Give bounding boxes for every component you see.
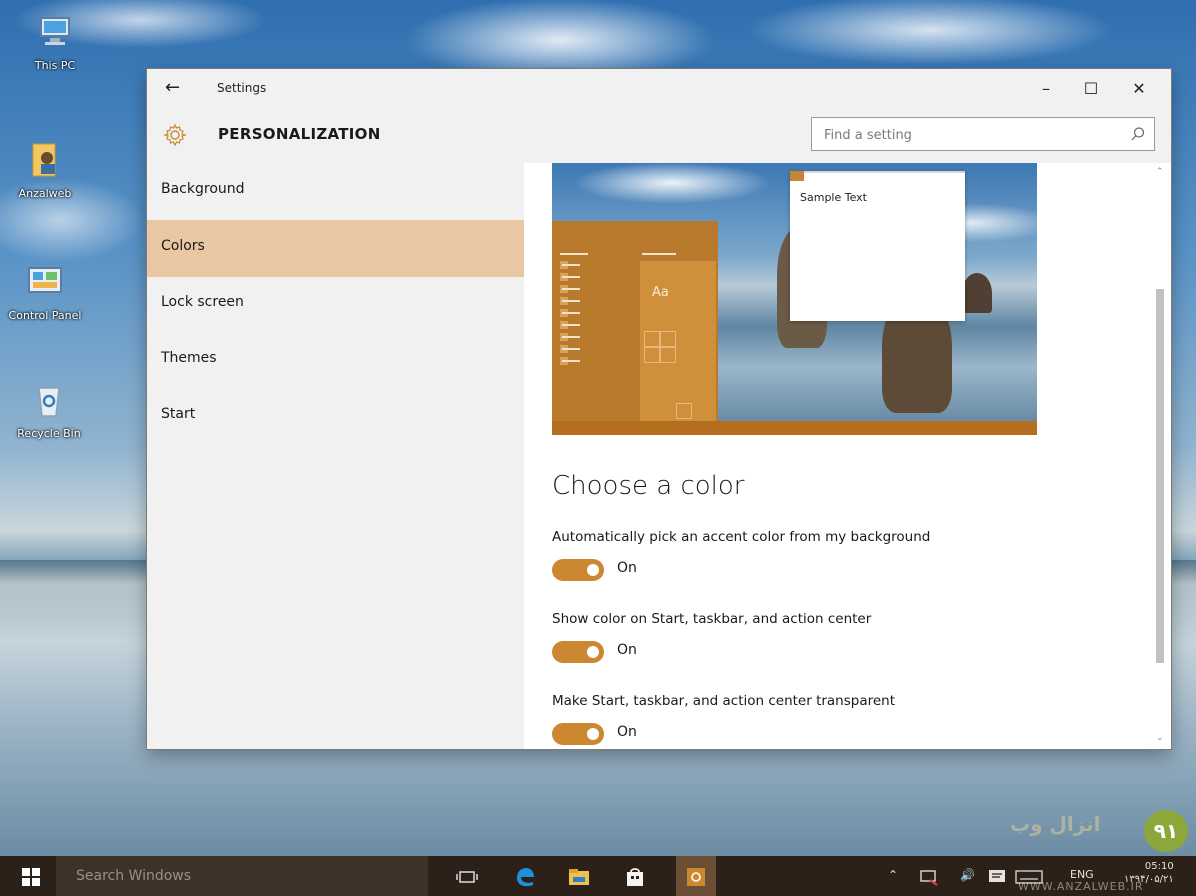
file-explorer-icon[interactable]	[566, 864, 592, 890]
toggle-state-label: On	[617, 560, 637, 576]
setting-label-transparent: Make Start, taskbar, and action center t…	[552, 693, 896, 709]
sidebar-item-background[interactable]: Background	[147, 163, 524, 220]
scroll-down-icon[interactable]: ⌄	[1156, 733, 1164, 743]
preview-taskbar	[552, 421, 1037, 435]
action-center-icon[interactable]	[986, 866, 1008, 888]
computer-icon	[40, 17, 70, 45]
search-box[interactable]	[811, 117, 1155, 151]
recycle-bin-icon	[38, 387, 60, 417]
toggle-knob	[587, 564, 599, 576]
scrollbar-thumb[interactable]	[1156, 289, 1164, 663]
desktop-icon-this-pc[interactable]: This PC	[10, 12, 100, 72]
settings-window: ← Settings – ☐ ✕ PERSONALIZATION Backgro…	[147, 69, 1171, 749]
sidebar-item-label: Start	[161, 406, 196, 422]
sidebar-item-label: Themes	[161, 350, 217, 366]
taskbar-search-box[interactable]: Search Windows	[56, 856, 428, 896]
sidebar-item-colors[interactable]: Colors	[147, 220, 524, 277]
user-folder-icon	[32, 143, 56, 177]
toggle-auto-accent[interactable]	[552, 559, 604, 581]
preview-sample-window: Sample Text	[790, 171, 965, 321]
network-tray-icon[interactable]	[918, 866, 940, 888]
desktop-icon-recycle-bin[interactable]: Recycle Bin	[4, 380, 94, 440]
search-icon[interactable]	[1130, 126, 1146, 142]
toggle-knob	[587, 646, 599, 658]
store-icon[interactable]	[622, 864, 648, 890]
setting-label-auto-accent: Automatically pick an accent color from …	[552, 529, 931, 545]
taskbar: Search Windows ⌃ 🔊 ENG	[0, 856, 1196, 896]
desktop-icon-label: Control Panel	[8, 309, 82, 322]
sidebar-item-label: Lock screen	[161, 294, 244, 310]
toggle-show-color[interactable]	[552, 641, 604, 663]
close-button[interactable]: ✕	[1125, 77, 1153, 101]
toggle-state-label: On	[617, 724, 637, 740]
desktop-icon-control-panel[interactable]: Control Panel	[0, 262, 90, 322]
task-view-icon[interactable]	[454, 864, 480, 890]
scroll-up-icon[interactable]: ⌃	[1156, 167, 1164, 177]
desktop-icon-label: Anzalweb	[18, 187, 72, 200]
sidebar-item-start[interactable]: Start	[147, 388, 524, 445]
preview-tile-label: Aa	[652, 285, 669, 300]
title-bar: ← Settings – ☐ ✕ PERSONALIZATION	[147, 69, 1171, 163]
desktop-icon-anzalweb[interactable]: Anzalweb	[0, 140, 90, 200]
section-heading: Choose a color	[552, 471, 745, 501]
content-pane: Aa Sample Text Choose a color Automatica…	[524, 163, 1171, 749]
tray-overflow-icon[interactable]: ⌃	[888, 868, 898, 882]
watermark-site: WWW.ANZALWEB.IR	[1018, 880, 1144, 893]
sidebar-item-label: Background	[161, 181, 245, 197]
maximize-button[interactable]: ☐	[1077, 77, 1105, 101]
watermark-text: انزال وب	[1010, 812, 1101, 836]
toggle-knob	[587, 728, 599, 740]
preview-rock	[962, 273, 992, 313]
page-title: PERSONALIZATION	[218, 125, 381, 143]
toggle-state-label: On	[617, 642, 637, 658]
gear-icon	[163, 123, 187, 147]
windows-start-icon[interactable]	[22, 868, 40, 886]
settings-gear-taskbar-icon[interactable]	[683, 864, 709, 890]
sidebar-item-lock-screen[interactable]: Lock screen	[147, 276, 524, 333]
setting-label-show-color: Show color on Start, taskbar, and action…	[552, 611, 872, 627]
search-input[interactable]	[822, 124, 1116, 146]
desktop-icon-label: This PC	[34, 59, 76, 72]
clock-time: 05:10	[1144, 861, 1174, 872]
desktop-icon-label: Recycle Bin	[17, 427, 81, 440]
sidebar: Background Colors Lock screen Themes Sta…	[147, 163, 524, 749]
watermark-logo: ۹۱	[1144, 810, 1188, 852]
app-title: Settings	[217, 81, 267, 95]
minimize-button[interactable]: –	[1032, 77, 1060, 101]
sample-text: Sample Text	[800, 191, 867, 204]
back-arrow-icon[interactable]: ←	[165, 77, 180, 98]
color-preview-image: Aa Sample Text	[552, 163, 1037, 435]
sidebar-item-themes[interactable]: Themes	[147, 332, 524, 389]
sidebar-item-label: Colors	[161, 238, 205, 254]
edge-browser-icon[interactable]	[512, 864, 538, 890]
volume-tray-icon[interactable]: 🔊	[960, 868, 975, 882]
taskbar-search-placeholder: Search Windows	[76, 868, 192, 884]
toggle-transparent[interactable]	[552, 723, 604, 745]
control-panel-icon	[28, 267, 62, 293]
